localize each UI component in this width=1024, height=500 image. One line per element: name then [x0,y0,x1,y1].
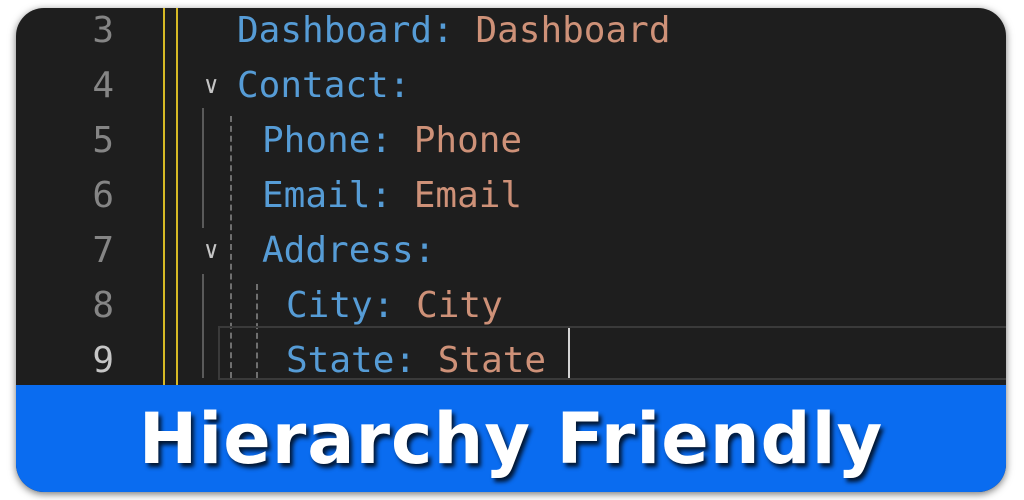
yaml-key: Email [262,175,371,216]
yaml-value: Email [413,175,523,216]
indent-guide-active [163,8,165,385]
yaml-key: Address [262,230,414,271]
yaml-separator: : [372,285,417,326]
code-line: City: City [286,278,503,333]
yaml-key: Contact [237,65,389,106]
banner: Hierarchy Friendly [16,385,1006,492]
line-number: 6 [92,175,114,216]
yaml-value: Phone [413,120,523,161]
yaml-value: Dashboard [475,10,671,51]
yaml-separator: : [388,65,411,106]
yaml-key: Dashboard [237,10,433,51]
line-number: 8 [92,285,114,326]
code-line: Contact: [237,58,410,113]
line-number: 5 [92,120,114,161]
yaml-key: Phone [262,120,371,161]
indent-guide [202,108,204,228]
code-line: Address: [262,223,435,278]
indent-guide-active [176,8,178,385]
yaml-separator: : [370,120,414,161]
yaml-value: City [416,285,503,326]
yaml-separator: : [413,230,436,271]
code-line: Email: Email [262,168,522,223]
yaml-key: City [286,285,373,326]
yaml-separator: : [432,10,476,51]
code-line-active: State: State [286,333,546,385]
code-line: Dashboard: Dashboard [237,8,671,58]
yaml-separator: : [394,340,438,381]
chevron-down-icon[interactable]: ∨ [204,223,218,278]
banner-title: Hierarchy Friendly [138,397,884,480]
indent-guide [202,274,204,378]
line-number: 4 [92,65,114,106]
text-cursor [568,328,570,378]
yaml-key: State [286,340,395,381]
yaml-value: State [437,340,547,381]
line-number: 3 [92,10,114,51]
code-line: Phone: Phone [262,113,522,168]
line-number-active: 9 [92,340,114,381]
yaml-separator: : [370,175,414,216]
code-editor[interactable]: 3 4 5 6 7 8 9 ∨ ∨ Dashboard: Dashboard C… [16,8,1006,385]
line-number: 7 [92,230,114,271]
chevron-down-icon[interactable]: ∨ [204,58,218,113]
promo-card: 3 4 5 6 7 8 9 ∨ ∨ Dashboard: Dashboard C… [16,8,1006,492]
